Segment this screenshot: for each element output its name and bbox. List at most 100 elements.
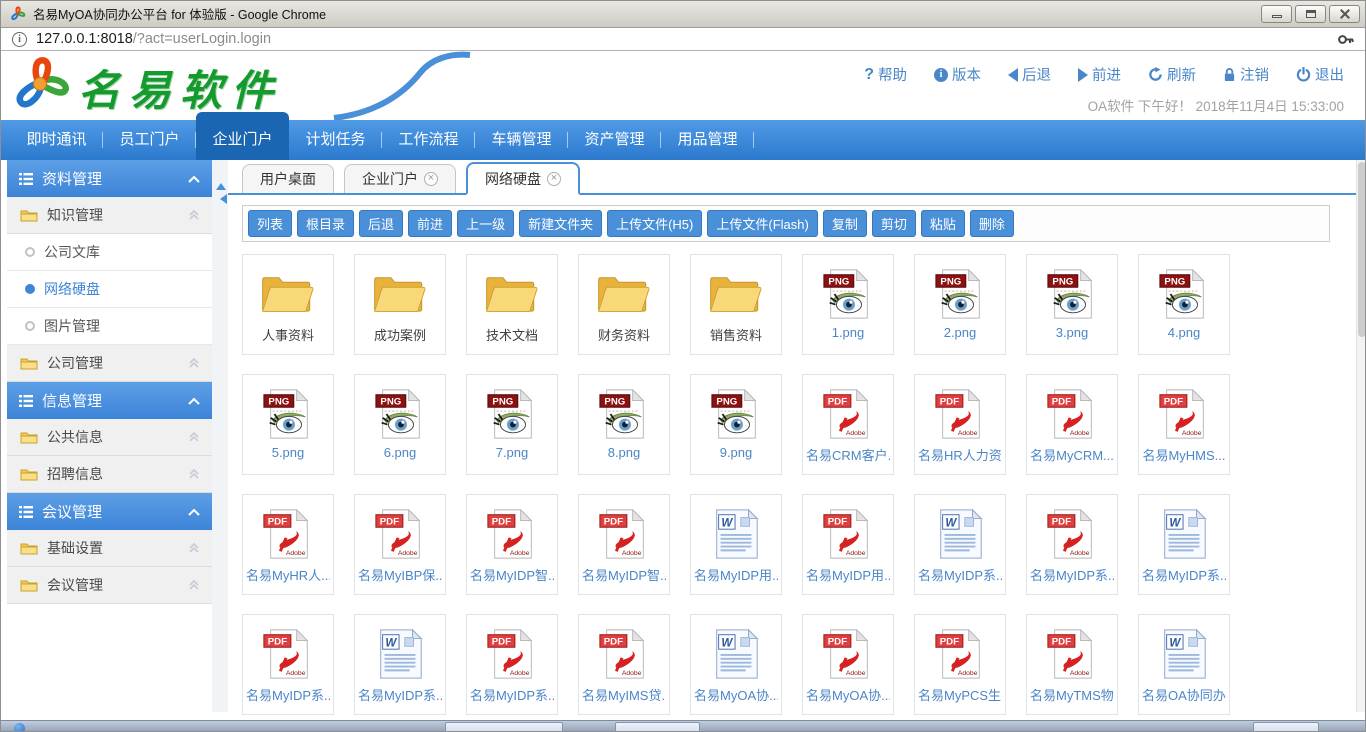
- file-item[interactable]: PNG 6.png: [354, 374, 446, 475]
- file-item[interactable]: PDF Adobe 名易MyIDP用...: [802, 494, 894, 595]
- nav-item[interactable]: 工作流程: [382, 120, 475, 160]
- svg-text:Adobe: Adobe: [510, 550, 530, 557]
- sidebar-item[interactable]: 招聘信息: [7, 456, 212, 493]
- url-field[interactable]: 127.0.0.1:8018/?act=userLogin.login: [36, 31, 271, 47]
- file-item[interactable]: PDF Adobe 名易MyIMS贷...: [578, 614, 670, 715]
- header-link[interactable]: 注销: [1223, 64, 1269, 85]
- nav-item[interactable]: 即时通讯: [10, 120, 103, 160]
- file-item[interactable]: PDF Adobe 名易MyPCS生...: [914, 614, 1006, 715]
- file-item[interactable]: PDF Adobe 名易MyIDP系...: [242, 614, 334, 715]
- file-item[interactable]: W 名易MyIDP用...: [690, 494, 782, 595]
- file-name: 名易HR人力资...: [918, 445, 1002, 464]
- file-item[interactable]: W 名易MyIDP系...: [1138, 494, 1230, 595]
- file-item[interactable]: PNG 9.png: [690, 374, 782, 475]
- file-item[interactable]: PNG 5.png: [242, 374, 334, 475]
- nav-item[interactable]: 计划任务: [289, 120, 382, 160]
- toolbar-button[interactable]: 上一级: [457, 210, 514, 237]
- file-item[interactable]: PNG 7.png: [466, 374, 558, 475]
- taskbar-button[interactable]: [1253, 722, 1319, 732]
- toolbar-button[interactable]: 剪切: [872, 210, 916, 237]
- file-item[interactable]: 人事资料: [242, 254, 334, 355]
- sidebar-item[interactable]: 知识管理: [7, 197, 212, 234]
- collapse-left-arrow[interactable]: [215, 194, 227, 204]
- nav-item[interactable]: 资产管理: [568, 120, 661, 160]
- content-tab[interactable]: 企业门户 ×: [344, 164, 456, 193]
- toolbar-button[interactable]: 粘贴: [921, 210, 965, 237]
- file-item[interactable]: PDF Adobe 名易MyHR人...: [242, 494, 334, 595]
- scrollbar-thumb[interactable]: [1358, 162, 1366, 337]
- file-item[interactable]: PDF Adobe 名易MyIDP系...: [1026, 494, 1118, 595]
- header-link[interactable]: i 版本: [934, 64, 981, 85]
- file-item[interactable]: 财务资料: [578, 254, 670, 355]
- header-link[interactable]: 刷新: [1148, 64, 1196, 85]
- header-link-label: 版本: [952, 64, 981, 85]
- close-button[interactable]: [1329, 5, 1360, 23]
- word-file-icon: W: [709, 627, 763, 681]
- file-item[interactable]: PDF Adobe 名易MyIDP智...: [466, 494, 558, 595]
- file-item[interactable]: PDF Adobe 名易HR人力资...: [914, 374, 1006, 475]
- toolbar-button[interactable]: 根目录: [297, 210, 354, 237]
- nav-item[interactable]: 企业门户: [196, 112, 289, 160]
- header-link[interactable]: ? 帮助: [864, 64, 907, 85]
- content-tab[interactable]: 网络硬盘 ×: [466, 162, 580, 195]
- header-link[interactable]: 后退: [1008, 64, 1051, 85]
- file-item[interactable]: PNG 3.png: [1026, 254, 1118, 355]
- file-item[interactable]: PDF Adobe 名易MyIDP智...: [578, 494, 670, 595]
- sidebar-item[interactable]: 信息管理: [7, 382, 212, 419]
- sidebar-item[interactable]: 资料管理: [7, 160, 212, 197]
- file-item[interactable]: PDF Adobe 名易MyIDP系...: [466, 614, 558, 715]
- key-icon[interactable]: [1337, 31, 1354, 48]
- file-item[interactable]: PDF Adobe 名易MyIBP保...: [354, 494, 446, 595]
- nav-item[interactable]: 用品管理: [661, 120, 754, 160]
- start-orb-icon[interactable]: [14, 723, 25, 732]
- header-link[interactable]: 前进: [1078, 64, 1121, 85]
- toolbar-button[interactable]: 复制: [823, 210, 867, 237]
- sidebar-item[interactable]: 图片管理: [7, 308, 212, 345]
- toolbar-button[interactable]: 删除: [970, 210, 1014, 237]
- content-tab[interactable]: 用户桌面: [242, 164, 334, 193]
- file-item[interactable]: PDF Adobe 名易MyCRM...: [1026, 374, 1118, 475]
- file-item[interactable]: W 名易MyIDP系...: [914, 494, 1006, 595]
- taskbar-button[interactable]: [445, 722, 563, 732]
- nav-item[interactable]: 员工门户: [103, 120, 196, 160]
- taskbar-button[interactable]: [615, 722, 700, 732]
- sidebar-item[interactable]: 网络硬盘: [7, 271, 212, 308]
- tab-close-icon[interactable]: ×: [547, 172, 561, 186]
- vertical-scrollbar[interactable]: [1356, 160, 1366, 712]
- sidebar-splitter[interactable]: [212, 160, 228, 712]
- sidebar-item[interactable]: 公司管理: [7, 345, 212, 382]
- file-item[interactable]: PDF Adobe 名易MyTMS物...: [1026, 614, 1118, 715]
- file-item[interactable]: PNG 4.png: [1138, 254, 1230, 355]
- tab-close-icon[interactable]: ×: [424, 172, 438, 186]
- sidebar-item[interactable]: 公司文库: [7, 234, 212, 271]
- sidebar-item[interactable]: 公共信息: [7, 419, 212, 456]
- header-link[interactable]: 退出: [1296, 64, 1344, 85]
- file-item[interactable]: W 名易MyOA协...: [690, 614, 782, 715]
- maximize-button[interactable]: [1295, 5, 1326, 23]
- nav-item[interactable]: 车辆管理: [475, 120, 568, 160]
- file-item[interactable]: PNG 1.png: [802, 254, 894, 355]
- file-item[interactable]: PNG 8.png: [578, 374, 670, 475]
- file-item[interactable]: PDF Adobe 名易MyHMS...: [1138, 374, 1230, 475]
- file-item[interactable]: PNG 2.png: [914, 254, 1006, 355]
- file-name: 名易MyIDP用...: [806, 565, 890, 584]
- page-info-icon[interactable]: i: [12, 32, 27, 47]
- file-item[interactable]: W 名易MyIDP系...: [354, 614, 446, 715]
- toolbar-button[interactable]: 上传文件(H5): [607, 210, 702, 237]
- minimize-button[interactable]: [1261, 5, 1292, 23]
- file-item[interactable]: 技术文档: [466, 254, 558, 355]
- file-item[interactable]: 成功案例: [354, 254, 446, 355]
- sidebar-item[interactable]: 会议管理: [7, 567, 212, 604]
- toolbar-button[interactable]: 上传文件(Flash): [707, 210, 817, 237]
- toolbar-button[interactable]: 前进: [408, 210, 452, 237]
- file-item[interactable]: PDF Adobe 名易MyOA协...: [802, 614, 894, 715]
- sidebar-item[interactable]: 基础设置: [7, 530, 212, 567]
- toolbar-button[interactable]: 后退: [359, 210, 403, 237]
- file-item[interactable]: PDF Adobe 名易CRM客户...: [802, 374, 894, 475]
- file-item[interactable]: W 名易OA协同办...: [1138, 614, 1230, 715]
- sidebar-item[interactable]: 会议管理: [7, 493, 212, 530]
- collapse-up-arrow[interactable]: [216, 178, 226, 190]
- toolbar-button[interactable]: 列表: [248, 210, 292, 237]
- file-item[interactable]: 销售资料: [690, 254, 782, 355]
- toolbar-button[interactable]: 新建文件夹: [519, 210, 602, 237]
